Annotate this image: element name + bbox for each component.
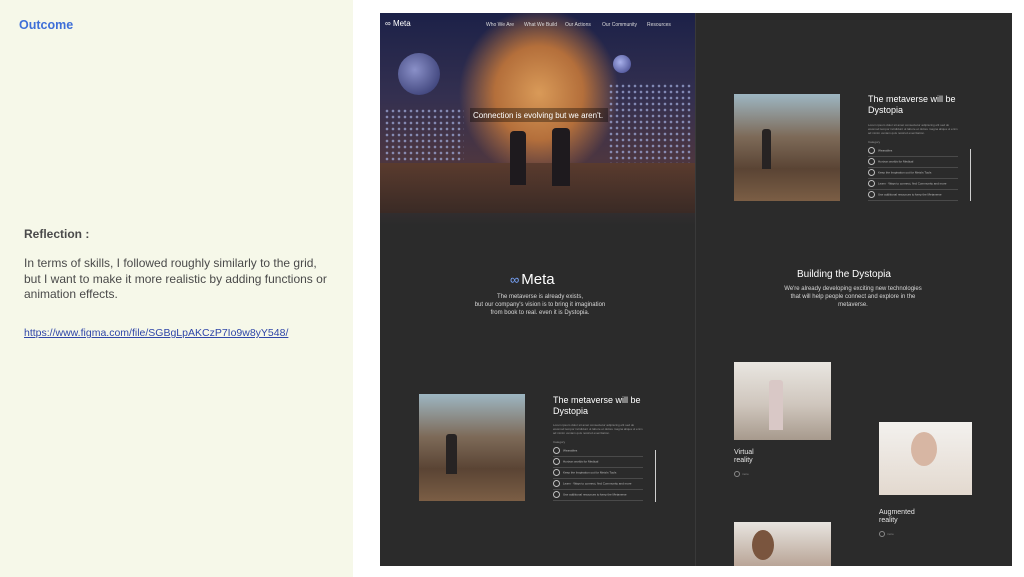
brand-label: Meta [392, 19, 411, 28]
play-icon [868, 180, 875, 187]
meta-brand[interactable]: ∞ Meta [385, 19, 411, 28]
list-item[interactable]: Keep the Inspiration out for Meta's Tool… [553, 469, 643, 479]
person-figure [446, 434, 457, 474]
list-item[interactable]: Use additional resources to keep the Met… [868, 191, 958, 201]
play-icon [868, 147, 875, 154]
meta-logo-text: Meta [521, 271, 555, 288]
nav-what-we-build[interactable]: What We Build [524, 22, 557, 28]
list-item[interactable]: Wearables [868, 147, 958, 157]
figma-link[interactable]: https://www.figma.com/file/SGBgLpAKCzP7I… [24, 327, 288, 339]
dystopia-photo-top [734, 94, 840, 201]
dystopia-photo-bottom [419, 394, 525, 501]
card-title-top-line2: Dystopia [868, 105, 904, 115]
list-item-label: Use additional resources to keep the Met… [878, 192, 942, 197]
play-icon [868, 191, 875, 198]
card-title-bottom: The metaverse will be Dystopia [553, 395, 641, 417]
augmented-reality-photo[interactable] [879, 422, 972, 495]
ar-label-line1: Augmented [879, 509, 915, 516]
list-item-label: Use additional resources to keep the Met… [563, 492, 627, 497]
list-item[interactable]: Horizon worlds for Medical [868, 158, 958, 168]
column-divider [695, 13, 696, 566]
card-list-label-top: Category [868, 140, 881, 144]
list-item[interactable]: Horizon worlds for Medical [553, 458, 643, 468]
list-item-label: Keep the Inspiration out for Meta's Tool… [563, 470, 617, 475]
card-title-bottom-line1: The metaverse will be [553, 395, 641, 405]
virtual-reality-label: Virtual reality [734, 449, 754, 465]
nav-who-we-are[interactable]: Who We Are [486, 22, 514, 28]
list-item[interactable]: Use additional resources to keep the Met… [553, 491, 643, 501]
vr-label-line2: reality [734, 457, 753, 464]
building-subtitle: We're already developing exciting new te… [778, 285, 928, 309]
card-title-top: The metaverse will be Dystopia [868, 94, 956, 116]
meta-sub-line-2: but our company's vision is to bring it … [474, 302, 606, 308]
nav-our-actions[interactable]: Our Actions [565, 22, 591, 28]
ar-more-label: more [887, 531, 894, 536]
meta-website-mockup: Connection is evolving but we aren't. ∞ … [380, 13, 1012, 566]
particles-right [608, 83, 693, 163]
person-figure-2 [552, 128, 570, 186]
vr-label-line1: Virtual [734, 449, 754, 456]
building-title: Building the Dystopia [797, 269, 891, 280]
list-item[interactable]: Keep the Inspiration out for Meta's Tool… [868, 169, 958, 179]
nav-our-community[interactable]: Our Community [602, 22, 637, 28]
list-item-label: Learn · Ways to connect, find Community … [878, 181, 947, 186]
ar-label-line2: reality [879, 517, 898, 524]
person-figure-1 [510, 131, 526, 185]
meta-sub-line-3: from book to real. even it is Dystopia. [490, 310, 590, 316]
reflection-text: In terms of skills, I followed roughly s… [24, 256, 327, 301]
person-figure [769, 380, 783, 430]
particles-left [384, 108, 464, 163]
play-icon [868, 169, 875, 176]
planet-small-left [398, 53, 440, 95]
augmented-reality-label: Augmented reality [879, 509, 915, 525]
nav-resources[interactable]: Resources [647, 22, 671, 28]
play-icon [553, 458, 560, 465]
play-icon [553, 491, 560, 498]
card-desc-bottom: Lorem ipsum dolor sit amet consectetur a… [553, 423, 643, 435]
deck [380, 163, 695, 213]
play-icon [553, 480, 560, 487]
list-item[interactable]: Learn · Ways to connect, find Community … [868, 180, 958, 190]
planet-small-right [613, 55, 631, 73]
face [911, 432, 937, 466]
play-icon [868, 158, 875, 165]
hero-caption: Connection is evolving but we aren't. [473, 111, 604, 120]
infinity-icon: ∞ [510, 272, 520, 287]
card-title-top-line1: The metaverse will be [868, 94, 956, 104]
face [752, 530, 774, 560]
scroll-indicator[interactable] [970, 149, 971, 201]
list-item[interactable]: Wearables [553, 447, 643, 457]
vr-more-label: more [742, 471, 749, 476]
card-desc-top: Lorem ipsum dolor sit amet consectetur a… [868, 123, 958, 135]
meta-sub-line-1: The metaverse is already exists, [496, 294, 584, 300]
list-item-label: Keep the Inspiration out for Meta's Tool… [878, 170, 932, 175]
meta-subtitle: The metaverse is already exists, but our… [460, 293, 620, 317]
ar-more-link[interactable]: more [879, 531, 894, 537]
list-item-label: Horizon worlds for Medical [878, 159, 914, 164]
person-figure [762, 129, 771, 169]
building-sub-line-3: metaverse. [838, 302, 868, 308]
reflection-heading: Reflection : [24, 227, 90, 241]
arrow-icon [879, 531, 885, 537]
building-sub-line-2: that will help people connect and explor… [790, 294, 916, 300]
list-item-label: Learn · Ways to connect, find Community … [563, 481, 632, 486]
play-icon [553, 469, 560, 476]
outcome-title: Outcome [19, 18, 74, 32]
scroll-indicator[interactable] [655, 450, 656, 502]
hero-image: Connection is evolving but we aren't. [380, 13, 695, 225]
list-item[interactable]: Learn · Ways to connect, find Community … [553, 480, 643, 490]
virtual-reality-photo[interactable] [734, 362, 831, 440]
card-title-bottom-line2: Dystopia [553, 406, 589, 416]
meta-logo: ∞ Meta [510, 271, 555, 288]
list-item-label: Wearables [878, 148, 893, 153]
bottom-photo[interactable] [734, 522, 831, 566]
arrow-icon [734, 471, 740, 477]
list-item-label: Horizon worlds for Medical [563, 459, 599, 464]
card-list-label-bottom: Category [553, 440, 566, 444]
outcome-panel: Outcome Reflection : In terms of skills,… [0, 0, 353, 577]
vr-more-link[interactable]: more [734, 471, 749, 477]
list-item-label: Wearables [563, 448, 578, 453]
play-icon [553, 447, 560, 454]
building-sub-line-1: We're already developing exciting new te… [784, 286, 922, 292]
